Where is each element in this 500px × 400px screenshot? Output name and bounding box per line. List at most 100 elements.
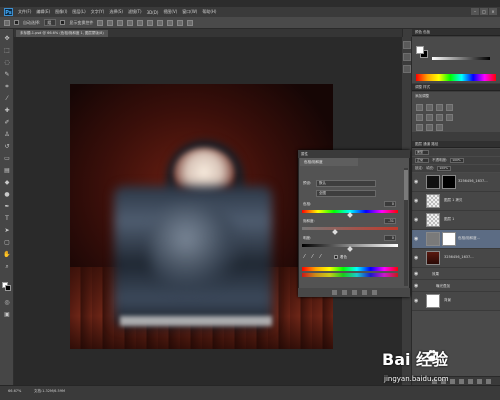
3d-mode-icon-2[interactable]: [187, 19, 194, 26]
layer-mask-thumbnail[interactable]: [442, 175, 456, 189]
threshold-adjust-icon[interactable]: [436, 124, 443, 131]
layer-row[interactable]: ◉ 背景: [412, 292, 500, 311]
blend-mode-dropdown[interactable]: 正常: [415, 158, 429, 163]
layer-kind-filter[interactable]: 类型: [415, 150, 429, 155]
align-center-icon[interactable]: [137, 19, 144, 26]
eyedropper-plus-icon[interactable]: ⁄: [312, 254, 313, 260]
eye-icon[interactable]: ◉: [414, 298, 420, 304]
hue-value-field[interactable]: 0: [384, 201, 396, 207]
layers-panel-header[interactable]: 图层 通道 路径: [412, 141, 500, 148]
properties-scrollbar-thumb[interactable]: [404, 170, 408, 200]
color-balance-adjust-icon[interactable]: [436, 114, 443, 121]
quick-select-tool-icon[interactable]: ✎: [3, 71, 11, 79]
properties-panel-icon[interactable]: [403, 53, 411, 61]
maximize-button[interactable]: □: [480, 8, 488, 15]
menu-file[interactable]: 文件(F): [18, 9, 31, 15]
clone-stamp-tool-icon[interactable]: ♙: [3, 131, 11, 139]
vibrance-adjust-icon[interactable]: [416, 114, 423, 121]
brightness-adjust-icon[interactable]: [416, 104, 423, 111]
align-right-icon[interactable]: [147, 19, 154, 26]
screen-mode-icon[interactable]: ▣: [3, 311, 11, 319]
levels-adjust-icon[interactable]: [426, 104, 433, 111]
channel-dropdown[interactable]: 全图: [316, 190, 376, 197]
properties-tab-hue-saturation[interactable]: 色相/饱和度: [300, 158, 358, 166]
background-color-swatch[interactable]: [5, 285, 11, 291]
document-tab[interactable]: 未标题-1.psd @ 66.6% (色相/饱和度 1, 图层蒙版/8): [16, 30, 108, 37]
menu-type[interactable]: 文字(Y): [91, 9, 105, 15]
menu-filter[interactable]: 滤镜(T): [128, 9, 142, 15]
menu-3d[interactable]: 3D(D): [147, 10, 159, 15]
menu-image[interactable]: 图像(I): [55, 9, 67, 15]
eye-icon[interactable]: ◉: [414, 179, 420, 185]
visibility-icon[interactable]: [361, 290, 367, 295]
align-left-icon[interactable]: [127, 19, 134, 26]
gradient-tool-icon[interactable]: ▤: [3, 167, 11, 175]
pen-tool-icon[interactable]: ✒: [3, 203, 11, 211]
history-panel-icon[interactable]: [403, 41, 411, 49]
properties-panel-header[interactable]: 属性: [298, 150, 410, 158]
preset-dropdown[interactable]: 默认: [316, 180, 376, 187]
zoom-level[interactable]: 66.67%: [8, 389, 21, 393]
info-panel-icon[interactable]: [403, 65, 411, 73]
menu-help[interactable]: 帮助(H): [202, 9, 216, 15]
layer-row[interactable]: ◉ 图层 1: [412, 211, 500, 230]
layer-row[interactable]: ◉ 3256456_1637...: [412, 249, 500, 268]
eye-icon[interactable]: ◉: [414, 236, 420, 242]
history-brush-tool-icon[interactable]: ↺: [3, 143, 11, 151]
eye-icon[interactable]: ◉: [414, 283, 420, 289]
zoom-tool-icon[interactable]: ⌕: [3, 263, 11, 271]
clip-to-layer-icon[interactable]: [331, 290, 337, 295]
healing-tool-icon[interactable]: ✚: [3, 107, 11, 115]
color-foreground-swatch[interactable]: [416, 46, 424, 54]
eye-icon[interactable]: ◉: [414, 217, 420, 223]
layer-row-selected[interactable]: ◉ 色相/饱和度...: [412, 230, 500, 249]
align-bottom-icon[interactable]: [117, 19, 124, 26]
close-button[interactable]: ×: [489, 8, 497, 15]
distribute-icon[interactable]: [157, 19, 164, 26]
shape-tool-icon[interactable]: ▢: [3, 239, 11, 247]
curves-adjust-icon[interactable]: [436, 104, 443, 111]
eyedropper-icon[interactable]: ⁄: [304, 254, 305, 260]
auto-select-dropdown[interactable]: 组: [44, 19, 57, 26]
document-canvas[interactable]: [70, 84, 333, 349]
menu-layer[interactable]: 图层(L): [72, 9, 85, 15]
color-slider[interactable]: [432, 57, 490, 60]
layer-row[interactable]: ◉ 图层 1 拷贝: [412, 192, 500, 211]
eyedropper-tool-icon[interactable]: ⁄: [3, 95, 11, 103]
show-transform-checkbox[interactable]: [60, 20, 66, 25]
layer-effects-row[interactable]: ◉ 效果: [412, 268, 500, 280]
opacity-field[interactable]: 100%: [450, 158, 465, 163]
saturation-slider-track[interactable]: [302, 227, 398, 230]
exposure-adjust-icon[interactable]: [446, 104, 453, 111]
dodge-tool-icon[interactable]: ●: [3, 191, 11, 199]
invert-adjust-icon[interactable]: [416, 124, 423, 131]
eraser-tool-icon[interactable]: ▭: [3, 155, 11, 163]
saturation-value-field[interactable]: -31: [384, 218, 396, 224]
lasso-tool-icon[interactable]: ◌: [3, 59, 11, 67]
move-tool-icon[interactable]: ✥: [3, 35, 11, 43]
type-tool-icon[interactable]: T: [3, 215, 11, 223]
color-panel-header[interactable]: 颜色 色板: [412, 29, 500, 36]
hue-saturation-adjust-icon[interactable]: [426, 114, 433, 121]
crop-tool-icon[interactable]: ⌗: [3, 83, 11, 91]
menu-window[interactable]: 窗口(W): [182, 9, 197, 15]
auto-select-checkbox[interactable]: [14, 20, 19, 25]
eye-icon[interactable]: ◉: [414, 271, 420, 277]
adjustments-panel-header[interactable]: 调整 样式: [412, 84, 500, 91]
path-select-tool-icon[interactable]: ➤: [3, 227, 11, 235]
layer-mask-thumbnail[interactable]: [442, 232, 456, 246]
move-tool-icon[interactable]: [4, 19, 10, 26]
posterize-adjust-icon[interactable]: [426, 124, 433, 131]
menu-edit[interactable]: 编辑(E): [36, 9, 50, 15]
eye-icon[interactable]: ◉: [414, 198, 420, 204]
hand-tool-icon[interactable]: ✋: [3, 251, 11, 259]
blur-tool-icon[interactable]: ◆: [3, 179, 11, 187]
reset-icon[interactable]: [351, 290, 357, 295]
view-previous-icon[interactable]: [341, 290, 347, 295]
color-spectrum-ramp[interactable]: [416, 74, 496, 81]
quick-mask-icon[interactable]: ◎: [3, 299, 11, 307]
align-top-icon[interactable]: [97, 19, 104, 26]
delete-adjustment-icon[interactable]: [371, 290, 377, 295]
brush-tool-icon[interactable]: ✐: [3, 119, 11, 127]
marquee-tool-icon[interactable]: ⬚: [3, 47, 11, 55]
